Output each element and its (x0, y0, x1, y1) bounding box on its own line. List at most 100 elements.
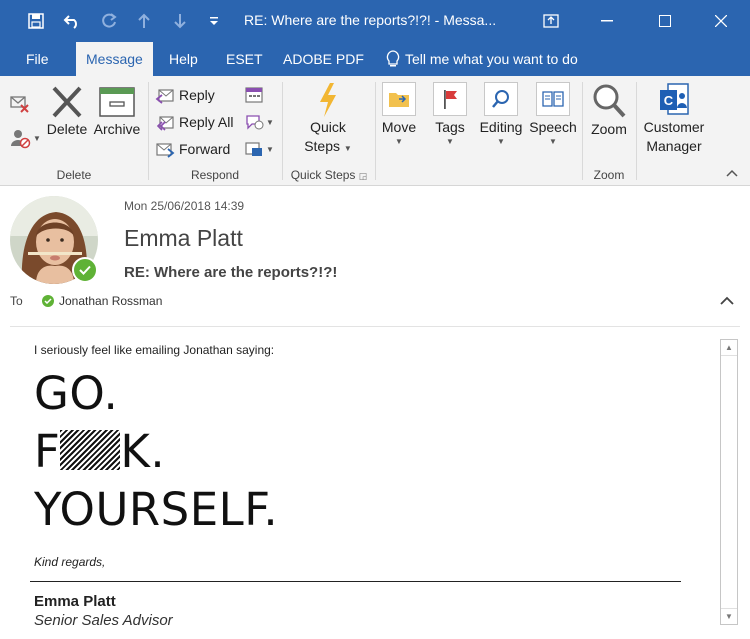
lightbulb-icon (386, 50, 400, 67)
forward-icon (156, 143, 175, 158)
find-icon (484, 82, 518, 116)
zoom-group-label: Zoom (593, 168, 625, 182)
title-bar: RE: Where are the reports?!?! - Messa... (0, 0, 750, 42)
group-divider (636, 82, 637, 180)
archive-label: Archive (93, 121, 141, 137)
maximize-button[interactable] (640, 0, 690, 42)
delete-x-icon (52, 86, 82, 118)
speech-button[interactable]: Speech ▼ (529, 82, 577, 146)
quick-steps-group-label: Quick Steps ◲ (290, 168, 368, 182)
message-body: I seriously feel like emailing Jonathan … (0, 327, 710, 639)
signature-divider (30, 581, 681, 582)
forward-label: Forward (179, 141, 231, 157)
message-header: Mon 25/06/2018 14:39 Emma Platt RE: Wher… (0, 187, 750, 327)
tags-label: Tags (435, 119, 465, 135)
signature-role: Senior Sales Advisor (34, 612, 173, 629)
scroll-down-button[interactable]: ▼ (721, 608, 737, 624)
delete-label: Delete (46, 121, 88, 137)
scroll-thumb[interactable] (722, 358, 736, 606)
ignore-icon[interactable] (9, 94, 31, 117)
body-intro: I seriously feel like emailing Jonathan … (34, 343, 275, 357)
save-icon[interactable] (24, 0, 48, 42)
tell-me-label: Tell me what you want to do (405, 51, 578, 67)
group-divider (282, 82, 283, 180)
tags-button[interactable]: Tags ▼ (429, 82, 471, 146)
reply-all-label: Reply All (179, 114, 234, 130)
group-divider (375, 82, 376, 180)
move-button[interactable]: Move ▼ (378, 82, 420, 146)
reply-label: Reply (179, 87, 215, 103)
block-sender-icon[interactable]: ▼ (9, 127, 41, 149)
move-folder-icon (382, 82, 416, 116)
zoom-button[interactable]: Zoom (586, 82, 632, 139)
zoom-label: Zoom (591, 121, 627, 137)
closing-regards: Kind regards, (34, 555, 106, 569)
signature-name: Emma Platt (34, 593, 116, 610)
presence-available-icon (72, 257, 98, 283)
magnifier-icon (593, 84, 626, 118)
scroll-up-button[interactable]: ▲ (721, 340, 737, 356)
vertical-scrollbar[interactable]: ▲ ▼ (720, 339, 738, 625)
flag-icon (433, 82, 467, 116)
reply-icon (155, 89, 174, 104)
censored-block (60, 430, 121, 470)
body-line-2-start: F (34, 425, 61, 478)
chevron-down-icon: ▼ (266, 144, 274, 154)
message-subject: RE: Where are the reports?!?! (124, 264, 338, 281)
outlook-customer-manager-icon: C (660, 83, 689, 115)
speech-label: Speech (529, 119, 577, 135)
sender-name[interactable]: Emma Platt (124, 225, 243, 252)
recipient-name[interactable]: Jonathan Rossman (59, 294, 162, 308)
group-divider (582, 82, 583, 180)
chevron-down-icon: ▼ (395, 137, 403, 146)
read-aloud-icon (536, 82, 570, 116)
recipient-presence-icon (42, 295, 54, 307)
body-line-2: F K. (34, 425, 165, 478)
tell-me-box[interactable]: Tell me what you want to do (386, 42, 578, 76)
chevron-down-icon: ▼ (497, 137, 505, 146)
window-title: RE: Where are the reports?!?! - Messa... (244, 12, 497, 28)
redo-icon[interactable] (97, 0, 121, 42)
chevron-down-icon: ▼ (266, 117, 274, 127)
reply-button[interactable]: Reply (155, 86, 215, 104)
customize-toolbar-icon[interactable] (206, 0, 222, 42)
tab-message[interactable]: Message (76, 42, 153, 78)
editing-label: Editing (479, 119, 523, 135)
reply-all-button[interactable]: Reply All (155, 113, 233, 131)
editing-button[interactable]: Editing ▼ (478, 82, 524, 146)
meeting-icon[interactable] (244, 86, 264, 107)
chevron-down-icon: ▼ (33, 133, 41, 143)
forward-button[interactable]: Forward (155, 140, 230, 158)
minimize-button[interactable] (582, 0, 632, 42)
collapse-header-icon[interactable] (720, 294, 734, 308)
undo-icon[interactable] (60, 0, 84, 42)
move-label: Move (381, 119, 417, 135)
instant-message-icon[interactable]: ▼ (244, 113, 274, 131)
arrow-up-icon[interactable] (134, 0, 154, 42)
tab-eset[interactable]: ESET (216, 42, 273, 76)
ribbon-display-options-icon[interactable] (540, 0, 562, 42)
delete-button[interactable]: Delete (44, 84, 90, 139)
svg-text:C: C (664, 93, 674, 108)
respond-group-label: Respond (190, 168, 240, 182)
more-respond-icon[interactable]: ▼ (244, 140, 274, 158)
close-button[interactable] (696, 0, 746, 42)
chevron-down-icon: ▼ (549, 137, 557, 146)
tab-file[interactable]: File (16, 42, 59, 76)
quick-steps-line1: Quick (310, 119, 346, 135)
group-divider (148, 82, 149, 180)
body-line-1: GO. (34, 367, 119, 420)
to-label: To (10, 294, 23, 308)
quick-steps-button[interactable]: Quick Steps ▼ (300, 82, 356, 158)
message-datetime: Mon 25/06/2018 14:39 (124, 199, 245, 213)
archive-button[interactable]: Archive (92, 84, 142, 139)
ribbon: ▼ Delete Archive Delete Reply Reply All … (0, 76, 750, 186)
tab-adobe-pdf[interactable]: ADOBE PDF (273, 42, 374, 76)
collapse-ribbon-icon[interactable] (726, 166, 738, 180)
arrow-down-icon[interactable] (170, 0, 190, 42)
body-line-2-end: K. (120, 425, 166, 478)
customer-manager-button[interactable]: C Customer Manager (640, 82, 708, 156)
tab-help[interactable]: Help (159, 42, 208, 76)
reply-all-icon (156, 116, 174, 131)
archive-icon (99, 87, 135, 117)
